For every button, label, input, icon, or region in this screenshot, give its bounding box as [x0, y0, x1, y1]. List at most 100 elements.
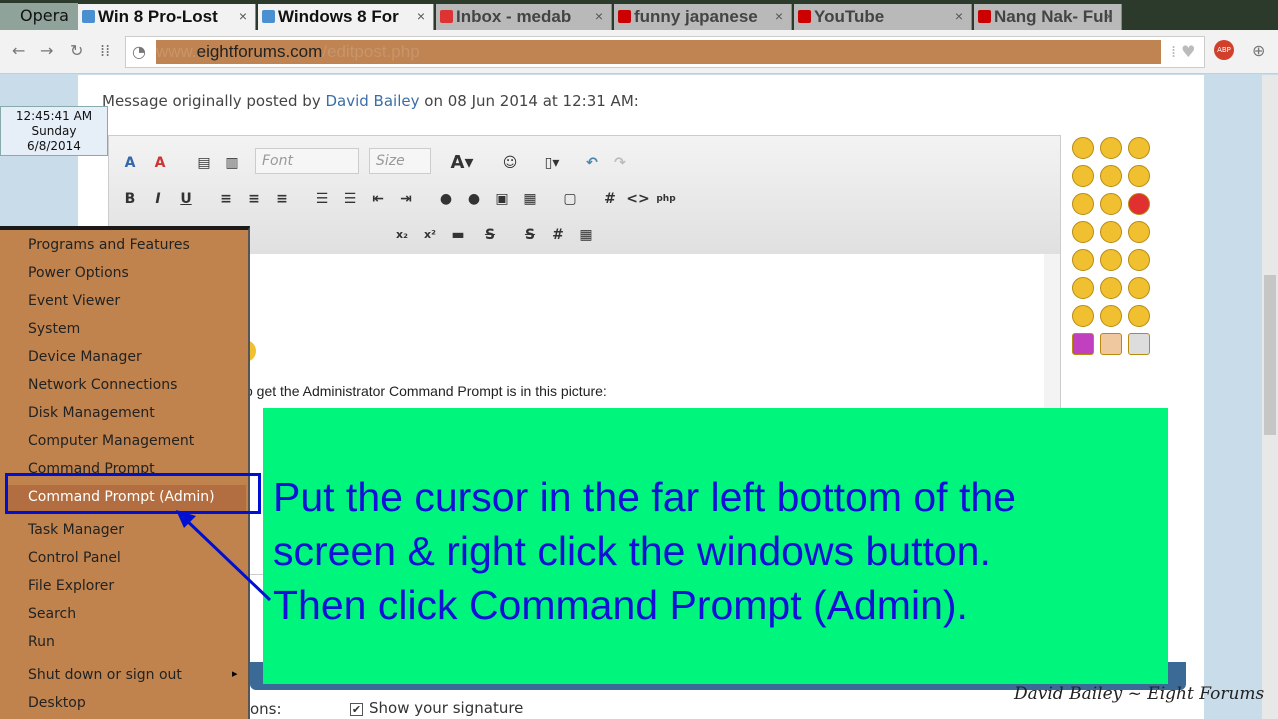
- menu-item[interactable]: Shut down or sign out: [28, 667, 182, 683]
- menu-item[interactable]: Event Viewer: [28, 293, 120, 309]
- browser-tab[interactable]: YouTube ×: [794, 4, 972, 30]
- php-icon[interactable]: php: [653, 186, 679, 212]
- smilie-icon[interactable]: [1100, 333, 1122, 355]
- download-icon[interactable]: ⊕: [1252, 41, 1265, 60]
- code-icon[interactable]: #: [597, 186, 623, 212]
- align-right-icon[interactable]: ≡: [269, 186, 295, 212]
- menu-item[interactable]: Task Manager: [28, 522, 124, 538]
- smilie-icon[interactable]: [1072, 137, 1094, 159]
- smiley-icon[interactable]: ☺: [497, 150, 523, 176]
- bullet-list-icon[interactable]: ☰: [337, 186, 363, 212]
- close-tab-icon[interactable]: ×: [239, 8, 247, 24]
- redo-icon[interactable]: ↷: [607, 150, 633, 176]
- smilie-icon[interactable]: [1128, 137, 1150, 159]
- browser-tab[interactable]: Windows 8 For ×: [258, 4, 434, 30]
- unlink-icon[interactable]: ●: [461, 186, 487, 212]
- smilie-icon[interactable]: [1100, 277, 1122, 299]
- font-select[interactable]: Font: [255, 148, 359, 174]
- site-info-icon[interactable]: ◔: [132, 42, 146, 61]
- speed-dial-icon[interactable]: ⁞⁞: [100, 41, 110, 60]
- close-tab-icon[interactable]: ×: [775, 8, 783, 24]
- smilie-icon[interactable]: [1128, 305, 1150, 327]
- menu-item[interactable]: Run: [28, 634, 55, 650]
- checkbox-icon[interactable]: ✔: [350, 703, 363, 716]
- smilie-icon[interactable]: [1100, 221, 1122, 243]
- browser-tab[interactable]: Win 8 Pro-Lost ×: [78, 4, 256, 30]
- smilie-icon[interactable]: [1072, 333, 1094, 355]
- paste-word-icon[interactable]: ▥: [219, 150, 245, 176]
- close-tab-icon[interactable]: ×: [955, 8, 963, 24]
- smilie-icon[interactable]: [1100, 193, 1122, 215]
- close-tab-icon[interactable]: ×: [1105, 8, 1113, 24]
- smilie-icon[interactable]: [1128, 165, 1150, 187]
- reload-icon[interactable]: ↻: [70, 41, 83, 60]
- editor-scrollbar[interactable]: [1044, 254, 1060, 414]
- browser-tab[interactable]: funny japanese ×: [614, 4, 792, 30]
- smilie-icon[interactable]: [1100, 249, 1122, 271]
- underline-icon[interactable]: U: [173, 186, 199, 212]
- link-icon[interactable]: ●: [433, 186, 459, 212]
- menu-item[interactable]: Power Options: [28, 265, 129, 281]
- smilie-icon[interactable]: [1072, 249, 1094, 271]
- text-size-icon[interactable]: A▾: [449, 150, 475, 176]
- smilie-icon[interactable]: [1072, 193, 1094, 215]
- opera-menu-button[interactable]: Opera: [0, 3, 78, 30]
- smilie-icon[interactable]: [1072, 165, 1094, 187]
- browser-tab[interactable]: Nang Nak- Full ×: [974, 4, 1122, 30]
- close-tab-icon[interactable]: ×: [417, 8, 425, 24]
- strikethrough-icon[interactable]: S: [477, 222, 503, 248]
- smilie-icon[interactable]: [1100, 137, 1122, 159]
- menu-item[interactable]: Computer Management: [28, 433, 194, 449]
- menu-item[interactable]: Desktop: [28, 695, 86, 711]
- smilie-icon[interactable]: [1072, 277, 1094, 299]
- italic-icon[interactable]: I: [145, 186, 171, 212]
- menu-item[interactable]: System: [28, 321, 80, 337]
- close-tab-icon[interactable]: ×: [595, 8, 603, 24]
- address-bar[interactable]: ◔ www.eightforums.com/editpost.php ⁞ ♥: [125, 36, 1205, 68]
- smilie-icon[interactable]: [1072, 221, 1094, 243]
- outdent-icon[interactable]: ⇤: [365, 186, 391, 212]
- page-scrollbar[interactable]: [1262, 75, 1278, 719]
- menu-item[interactable]: Network Connections: [28, 377, 177, 393]
- smilie-icon[interactable]: [1100, 165, 1122, 187]
- menu-item[interactable]: Search: [28, 606, 76, 622]
- adblock-icon[interactable]: ABP: [1214, 40, 1234, 60]
- paste-icon[interactable]: ▤: [191, 150, 217, 176]
- editor-text[interactable]: o get the Administrator Command Prompt i…: [245, 383, 607, 399]
- hr-icon[interactable]: ▬: [445, 222, 471, 248]
- smilie-icon[interactable]: [1128, 333, 1150, 355]
- browser-tab[interactable]: Inbox - medab ×: [436, 4, 612, 30]
- forward-icon[interactable]: →: [40, 41, 53, 60]
- align-left-icon[interactable]: ≡: [213, 186, 239, 212]
- size-select[interactable]: Size: [369, 148, 431, 174]
- menu-item[interactable]: File Explorer: [28, 578, 114, 594]
- back-icon[interactable]: ←: [12, 41, 25, 60]
- heart-icon[interactable]: ⁞ ♥: [1171, 42, 1196, 61]
- font-color-icon[interactable]: A: [117, 150, 143, 176]
- superscript-icon[interactable]: x²: [417, 222, 443, 248]
- undo-icon[interactable]: ↶: [579, 150, 605, 176]
- smilie-icon[interactable]: [1128, 193, 1150, 215]
- smilie-icon[interactable]: [1128, 249, 1150, 271]
- show-signature-checkbox[interactable]: ✔ Show your signature: [350, 699, 523, 717]
- ordered-list-icon[interactable]: ☰: [309, 186, 335, 212]
- remove-format-icon[interactable]: A: [147, 150, 173, 176]
- video-icon[interactable]: ▦: [517, 186, 543, 212]
- image-icon[interactable]: ▣: [489, 186, 515, 212]
- indent-icon[interactable]: ⇥: [393, 186, 419, 212]
- smilie-icon[interactable]: [1128, 277, 1150, 299]
- hash-icon[interactable]: #: [545, 222, 571, 248]
- smilie-icon[interactable]: [1100, 305, 1122, 327]
- bold-icon[interactable]: B: [117, 186, 143, 212]
- smilie-icon[interactable]: [1072, 305, 1094, 327]
- menu-item[interactable]: Programs and Features: [28, 237, 190, 253]
- menu-item[interactable]: Device Manager: [28, 349, 142, 365]
- menu-item[interactable]: Disk Management: [28, 405, 155, 421]
- author-link[interactable]: David Bailey: [325, 92, 419, 110]
- quote-icon[interactable]: ▢: [557, 186, 583, 212]
- subscript-icon[interactable]: x₂: [389, 222, 415, 248]
- clipboard-icon[interactable]: ▯▾: [539, 150, 565, 176]
- smilie-icon[interactable]: [1128, 221, 1150, 243]
- strike-icon[interactable]: S: [517, 222, 543, 248]
- align-center-icon[interactable]: ≡: [241, 186, 267, 212]
